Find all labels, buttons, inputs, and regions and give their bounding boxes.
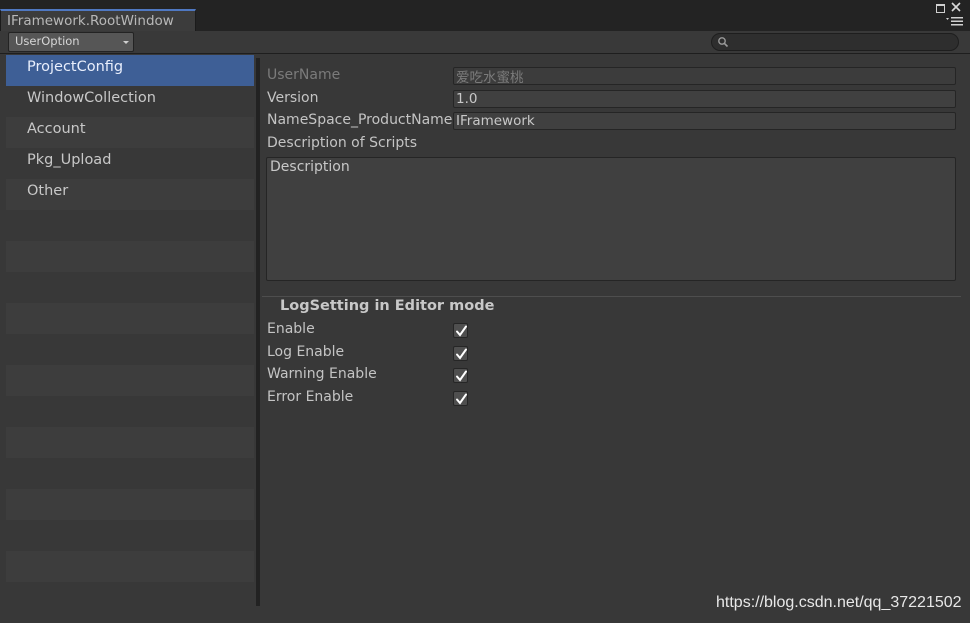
toolbar: UserOption <box>0 31 970 54</box>
check-icon <box>456 348 467 360</box>
description-label: Description of Scripts <box>267 135 418 151</box>
log-enable-checkbox[interactable] <box>453 346 468 361</box>
watermark: https://blog.csdn.net/qq_37221502 <box>716 594 962 611</box>
list-empty-row <box>6 365 254 396</box>
project-config-panel: UserName Version NameSpace_ProductName D… <box>262 55 970 607</box>
panel-splitter[interactable] <box>256 58 260 606</box>
version-field[interactable] <box>453 90 956 108</box>
list-empty-row <box>6 582 254 607</box>
list-empty-row <box>6 551 254 582</box>
username-field <box>453 67 956 85</box>
enable-label: Enable <box>267 321 315 337</box>
context-menu-icon[interactable] <box>946 15 964 27</box>
close-icon[interactable] <box>950 1 962 13</box>
list-item-window-collection[interactable]: WindowCollection <box>6 86 254 117</box>
username-label: UserName <box>267 67 341 83</box>
maximize-icon[interactable] <box>936 4 945 13</box>
namespace-label: NameSpace_ProductName <box>267 112 453 128</box>
title-bar: IFramework.RootWindow <box>0 0 970 31</box>
search-icon <box>718 37 729 48</box>
list-item-account[interactable]: Account <box>6 117 254 148</box>
list-item-project-config[interactable]: ProjectConfig <box>6 55 254 86</box>
list-empty-row <box>6 241 254 272</box>
list-item-label: Account <box>27 121 86 137</box>
check-icon <box>456 370 467 382</box>
enable-checkbox[interactable] <box>453 323 468 338</box>
list-item-label: Pkg_Upload <box>27 152 112 168</box>
section-divider <box>262 296 961 297</box>
list-item-pkg-upload[interactable]: Pkg_Upload <box>6 148 254 179</box>
list-empty-row <box>6 210 254 241</box>
menu-list: ProjectConfig WindowCollection Account P… <box>6 55 254 607</box>
list-empty-row <box>6 272 254 303</box>
list-empty-row <box>6 396 254 427</box>
check-icon <box>456 325 467 337</box>
dropdown-value: UserOption <box>15 34 80 48</box>
log-setting-header: LogSetting in Editor mode <box>280 298 495 314</box>
error-enable-checkbox[interactable] <box>453 391 468 406</box>
list-empty-row <box>6 458 254 489</box>
log-enable-label: Log Enable <box>267 344 345 360</box>
window-tab[interactable]: IFramework.RootWindow <box>0 9 196 31</box>
list-empty-row <box>6 489 254 520</box>
version-label: Version <box>267 90 319 106</box>
list-item-label: WindowCollection <box>27 90 156 106</box>
list-empty-row <box>6 427 254 458</box>
list-item-label: ProjectConfig <box>27 59 124 75</box>
list-empty-row <box>6 303 254 334</box>
list-item-label: Other <box>27 183 69 199</box>
warning-enable-label: Warning Enable <box>267 366 377 382</box>
description-textarea[interactable]: Description <box>266 157 956 281</box>
user-option-dropdown[interactable]: UserOption <box>8 32 134 52</box>
list-empty-row <box>6 520 254 551</box>
check-icon <box>456 393 467 405</box>
error-enable-label: Error Enable <box>267 389 354 405</box>
warning-enable-checkbox[interactable] <box>453 368 468 383</box>
editor-window: IFramework.RootWindow UserOption Project… <box>0 0 970 623</box>
namespace-field[interactable] <box>453 112 956 130</box>
list-item-other[interactable]: Other <box>6 179 254 210</box>
list-empty-row <box>6 334 254 365</box>
search-input[interactable] <box>711 33 959 51</box>
dropdown-arrow-icon <box>123 41 129 44</box>
